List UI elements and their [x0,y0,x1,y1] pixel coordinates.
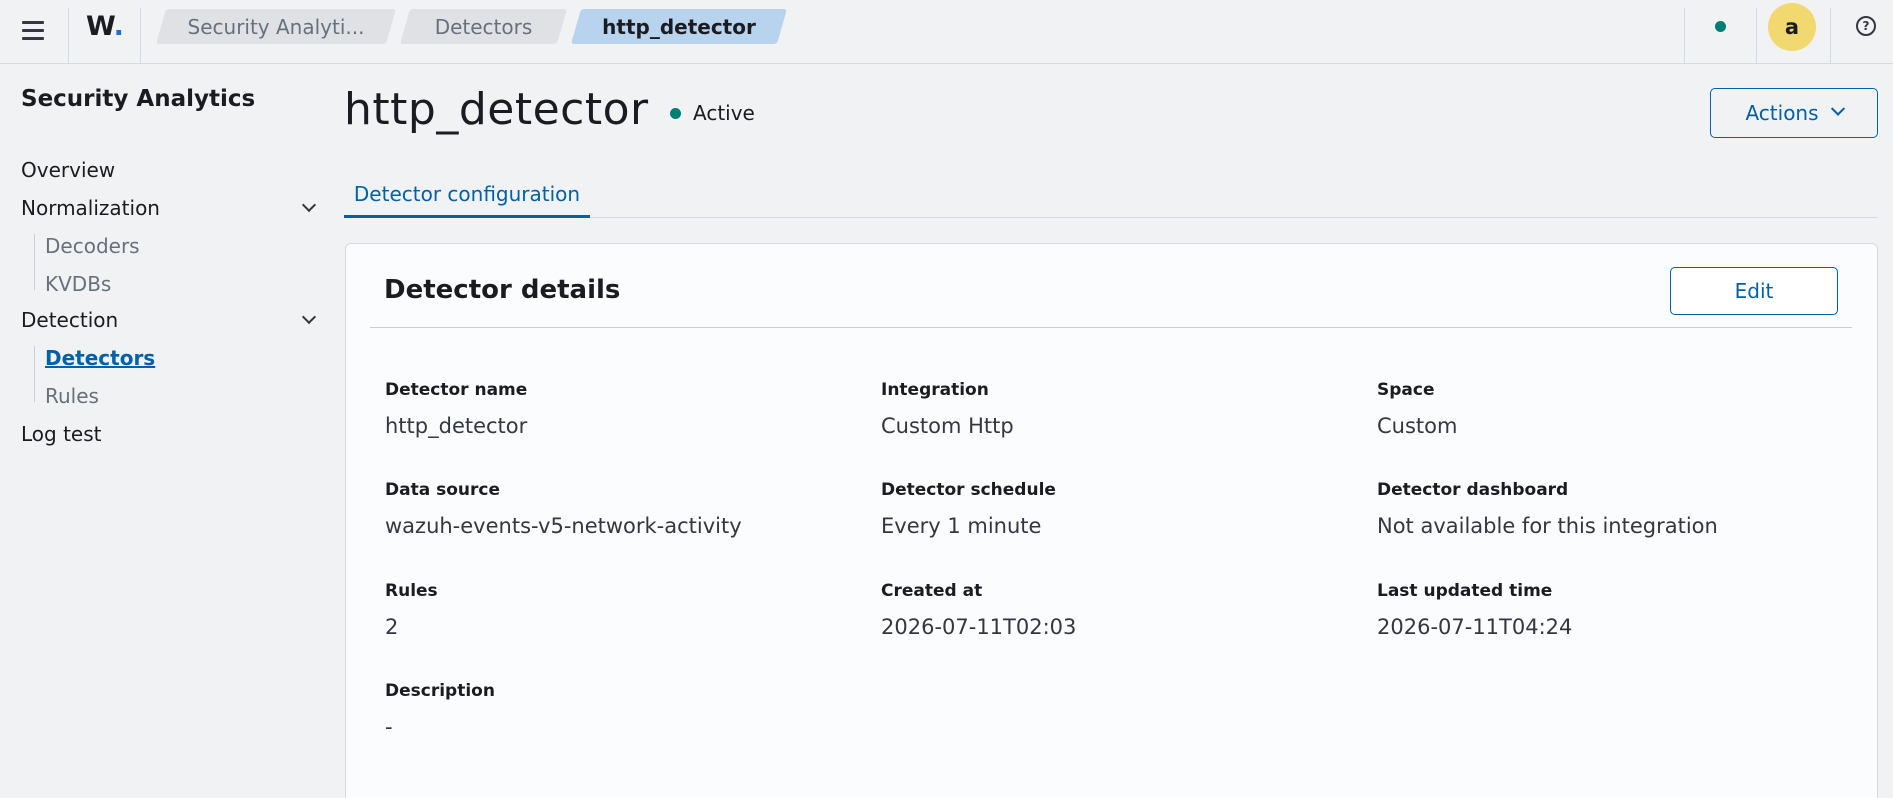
field-value-rules: 2 [385,615,399,639]
field-label-detector-dashboard: Detector dashboard [1377,480,1569,500]
field-label-rules: Rules [385,581,438,601]
field-value-detector-dashboard: Not available for this integration [1377,514,1718,538]
breadcrumb-detectors[interactable]: Detectors [405,9,562,44]
chevron-down-icon[interactable] [302,200,316,214]
field-value-data-source: wazuh-events-v5-network-activity [385,514,742,538]
chevron-down-icon[interactable] [302,312,316,326]
field-value-last-updated-time: 2026-07-11T04:24 [1377,615,1573,639]
field-label-description: Description [385,681,495,701]
top-bar: W. Security Analyti... Detectors http_de… [0,0,1893,64]
field-value-space: Custom [1377,414,1458,438]
sidebar-item-rules[interactable]: Rules [45,384,99,408]
field-value-integration: Custom Http [881,414,1014,438]
divider [68,8,69,63]
hamburger-menu-icon[interactable] [18,14,48,48]
sidebar-title: Security Analytics [21,86,256,112]
field-label-data-source: Data source [385,480,500,500]
breadcrumb-security-analytics[interactable]: Security Analyti... [161,9,391,44]
field-value-detector-schedule: Every 1 minute [881,514,1042,538]
nav-tree-line [34,234,35,290]
field-label-created-at: Created at [881,581,983,601]
health-status-dot[interactable] [1715,21,1726,32]
nav-tree-line [34,346,35,402]
status-dot-icon [670,107,681,119]
sidebar-item-log-test[interactable]: Log test [21,422,102,446]
field-value-detector-name: http_detector [385,414,528,438]
sidebar-item-overview[interactable]: Overview [21,158,115,182]
user-avatar[interactable]: a [1768,3,1816,51]
sidebar-item-normalization[interactable]: Normalization [21,196,160,220]
field-label-integration: Integration [881,380,989,400]
actions-button-label: Actions [1745,101,1819,125]
sidebar-item-decoders[interactable]: Decoders [45,234,140,258]
sidebar-item-detectors[interactable]: Detectors [45,346,155,370]
help-icon[interactable]: ? [1856,16,1876,36]
actions-button[interactable]: Actions [1710,88,1878,138]
status-text: Active [693,101,755,125]
sidebar-item-detection[interactable]: Detection [21,308,118,332]
divider [140,8,141,63]
page-title: http_detector [344,84,649,135]
sidebar-item-kvdbs[interactable]: KVDBs [45,272,111,296]
panel-divider [370,327,1852,328]
status-badge: Active [670,100,755,126]
field-label-detector-schedule: Detector schedule [881,480,1056,500]
divider [1756,8,1757,63]
field-value-created-at: 2026-07-11T02:03 [881,615,1077,639]
chevron-down-icon [1830,101,1845,116]
divider [1684,8,1685,63]
field-label-detector-name: Detector name [385,380,528,400]
divider [1830,8,1831,63]
edit-button[interactable]: Edit [1670,267,1838,315]
field-label-last-updated-time: Last updated time [1377,581,1553,601]
breadcrumb-current-http-detector: http_detector [576,9,782,44]
tab-detector-configuration[interactable]: Detector configuration [344,172,590,218]
panel-title: Detector details [384,275,621,305]
field-value-description: - [385,715,393,739]
wazuh-logo[interactable]: W. [86,10,124,44]
field-label-space: Space [1377,380,1435,400]
